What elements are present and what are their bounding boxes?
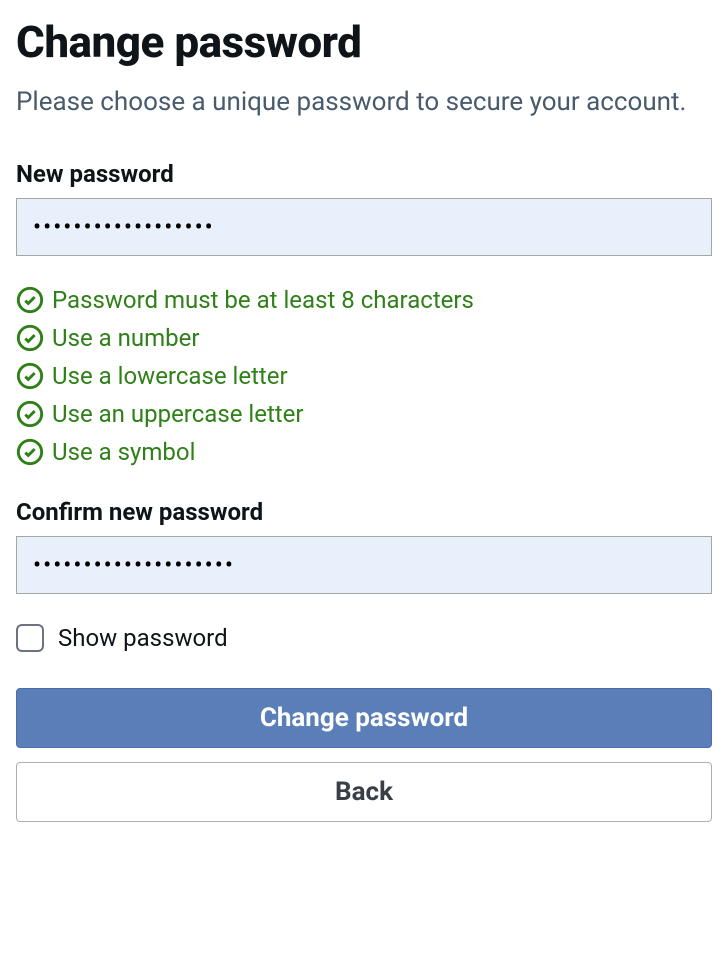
password-requirements: Password must be at least 8 characters U… xyxy=(16,286,712,466)
new-password-input[interactable] xyxy=(16,198,712,256)
requirement-text: Password must be at least 8 characters xyxy=(52,286,474,314)
check-circle-icon xyxy=(16,324,44,352)
show-password-label[interactable]: Show password xyxy=(58,624,228,652)
check-circle-icon xyxy=(16,362,44,390)
check-circle-icon xyxy=(16,286,44,314)
back-button[interactable]: Back xyxy=(16,762,712,822)
requirement-text: Use a number xyxy=(52,324,200,352)
requirement-text: Use a symbol xyxy=(52,438,195,466)
confirm-password-label: Confirm new password xyxy=(16,498,712,526)
requirement-item: Password must be at least 8 characters xyxy=(16,286,712,314)
requirement-item: Use a number xyxy=(16,324,712,352)
requirement-item: Use a symbol xyxy=(16,438,712,466)
requirement-text: Use a lowercase letter xyxy=(52,362,288,390)
confirm-password-input[interactable] xyxy=(16,536,712,594)
requirement-item: Use an uppercase letter xyxy=(16,400,712,428)
page-subtitle: Please choose a unique password to secur… xyxy=(16,84,712,120)
new-password-label: New password xyxy=(16,160,712,188)
requirement-text: Use an uppercase letter xyxy=(52,400,304,428)
change-password-button[interactable]: Change password xyxy=(16,688,712,748)
requirement-item: Use a lowercase letter xyxy=(16,362,712,390)
check-circle-icon xyxy=(16,438,44,466)
page-title: Change password xyxy=(16,16,712,68)
show-password-checkbox[interactable] xyxy=(16,624,44,652)
check-circle-icon xyxy=(16,400,44,428)
